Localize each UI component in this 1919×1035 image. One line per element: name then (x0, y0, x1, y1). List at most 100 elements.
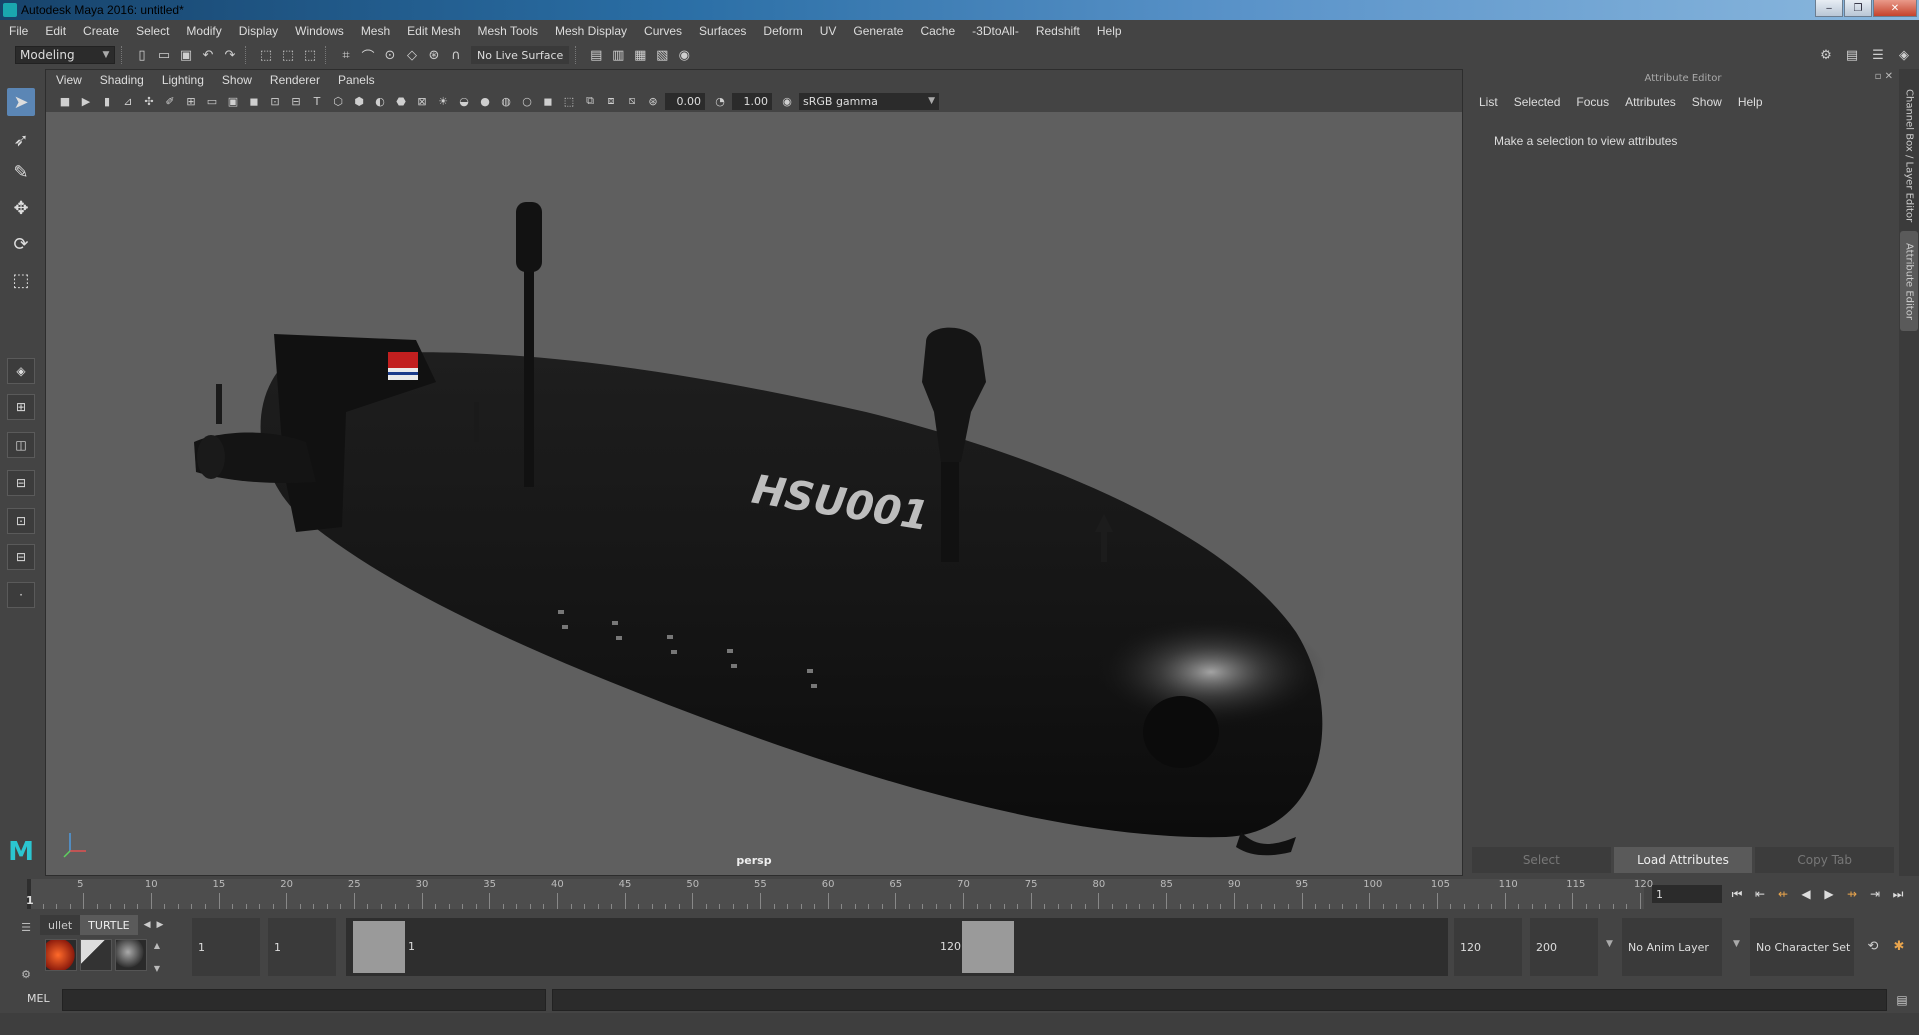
menu-set-select[interactable]: Modeling ▼ (15, 46, 115, 64)
step-back-frame-icon[interactable]: ⇷ (1774, 885, 1792, 903)
channel-box-toggle-icon[interactable]: ◈ (1895, 46, 1913, 64)
menu-mesh-tools[interactable]: Mesh Tools (478, 24, 538, 38)
persp-graph-layout-icon[interactable]: ⊟ (7, 470, 35, 496)
scale-tool-icon[interactable]: ⬚ (7, 266, 35, 294)
gamma-icon[interactable]: ◔ (711, 92, 729, 110)
current-time-field[interactable]: 1 (1652, 885, 1722, 903)
shadows-icon[interactable]: ◒ (455, 92, 473, 110)
tool-settings-icon[interactable]: ☰ (1869, 46, 1887, 64)
shelf-settings-icon[interactable]: ⚙ (21, 968, 31, 981)
panel-menu-show[interactable]: Show (222, 73, 252, 87)
ae-menu-list[interactable]: List (1479, 95, 1498, 109)
image-plane-icon[interactable]: ⊿ (119, 92, 137, 110)
color-management-icon[interactable]: ◉ (778, 92, 796, 110)
exposure-icon[interactable]: ⊛ (644, 92, 662, 110)
play-forwards-icon[interactable]: ▶ (1820, 885, 1838, 903)
multisample-aa-icon[interactable]: ○ (518, 92, 536, 110)
tab-attribute-editor[interactable]: Attribute Editor (1900, 231, 1918, 331)
shelf-scroll-down-icon[interactable]: ▼ (154, 964, 160, 973)
panel-menu-view[interactable]: View (56, 73, 82, 87)
snap-grid-icon[interactable]: ⌗ (337, 46, 355, 64)
shelf-menu-icon[interactable]: ☰ (21, 921, 31, 934)
range-start-handle[interactable] (353, 921, 405, 973)
panel-menu-renderer[interactable]: Renderer (270, 73, 320, 87)
step-forward-key-icon[interactable]: ⇥ (1866, 885, 1884, 903)
playback-start-field[interactable]: 1 (268, 918, 336, 976)
motion-blur-icon[interactable]: ◍ (497, 92, 515, 110)
film-gate-icon[interactable]: ▭ (203, 92, 221, 110)
camera-attributes-icon[interactable]: ▶ (77, 92, 95, 110)
smooth-shade-icon[interactable]: ⬢ (350, 92, 368, 110)
menu-generate[interactable]: Generate (853, 24, 903, 38)
two-d-pan-icon[interactable]: ✣ (140, 92, 158, 110)
exposure-field[interactable]: 0.00 (665, 92, 705, 110)
panel-menu-panels[interactable]: Panels (338, 73, 375, 87)
ae-menu-attributes[interactable]: Attributes (1625, 95, 1676, 109)
paint-select-tool-icon[interactable]: ✎ (7, 158, 35, 186)
auto-key-icon[interactable]: ⟲ (1864, 937, 1882, 955)
mel-input[interactable] (62, 989, 546, 1011)
menu-cache[interactable]: Cache (920, 24, 955, 38)
menu-mesh[interactable]: Mesh (361, 24, 390, 38)
render-view-icon[interactable]: ◉ (675, 46, 693, 64)
new-scene-icon[interactable]: ▯ (133, 46, 151, 64)
xray-components-icon[interactable]: ⧅ (623, 92, 641, 110)
safe-action-icon[interactable]: ⊟ (287, 92, 305, 110)
step-forward-frame-icon[interactable]: ⇸ (1843, 885, 1861, 903)
select-button[interactable]: Select (1472, 847, 1611, 873)
menu-select[interactable]: Select (136, 24, 169, 38)
animation-end-field[interactable]: 200 (1530, 918, 1598, 976)
panel-menu-shading[interactable]: Shading (100, 73, 144, 87)
turtle-render-icon[interactable] (45, 939, 77, 971)
camera-icon[interactable]: ■ (56, 92, 74, 110)
gamma-field[interactable]: 1.00 (732, 92, 772, 110)
bookmark-icon[interactable]: ▮ (98, 92, 116, 110)
snap-live-icon[interactable]: ⊛ (425, 46, 443, 64)
range-end-handle[interactable] (962, 921, 1014, 973)
single-perspective-layout-icon[interactable]: ◈ (7, 358, 35, 384)
menu-deform[interactable]: Deform (763, 24, 802, 38)
menu-curves[interactable]: Curves (644, 24, 682, 38)
wireframe-icon[interactable]: ⬡ (329, 92, 347, 110)
menu-help[interactable]: Help (1097, 24, 1122, 38)
playback-end-field[interactable]: 120 (1454, 918, 1522, 976)
shelf-tab-bullet[interactable]: ullet (40, 915, 81, 935)
range-slider-track[interactable]: 1 120 (346, 918, 1448, 976)
chevron-down-icon[interactable]: ▼ (1606, 939, 1613, 949)
isolate-select-icon[interactable]: ⬚ (560, 92, 578, 110)
lasso-tool-icon[interactable]: ➶ (7, 126, 35, 154)
character-set-select[interactable]: No Character Set (1750, 918, 1854, 976)
view-transform-select[interactable]: sRGB gamma ▼ (799, 92, 939, 110)
menu-edit[interactable]: Edit (45, 24, 66, 38)
xray-joints-icon[interactable]: ⧉ (581, 92, 599, 110)
ae-menu-selected[interactable]: Selected (1514, 95, 1561, 109)
outliner-persp-graph-layout-icon[interactable]: ⊟ (7, 544, 35, 570)
anim-layer-select[interactable]: No Anim Layer (1622, 918, 1722, 976)
go-to-end-icon[interactable]: ⏭ (1889, 885, 1907, 903)
menu-edit-mesh[interactable]: Edit Mesh (407, 24, 460, 38)
maximize-button[interactable]: ❐ (1844, 0, 1872, 17)
snap-curve-icon[interactable]: ⌒ (359, 46, 377, 65)
script-editor-icon[interactable]: ▤ (1893, 991, 1911, 1009)
grid-icon[interactable]: ⊞ (182, 92, 200, 110)
chevron-down-icon[interactable]: ▼ (1733, 939, 1740, 949)
save-scene-icon[interactable]: ▣ (177, 46, 195, 64)
rotate-tool-icon[interactable]: ⟳ (7, 230, 35, 258)
four-view-layout-icon[interactable]: ⊞ (7, 394, 35, 420)
go-to-start-icon[interactable]: ⏮ (1728, 885, 1746, 903)
wireframe-on-shaded-icon[interactable]: ⬣ (392, 92, 410, 110)
hypershade-icon[interactable]: ▧ (653, 46, 671, 64)
copy-tab-button[interactable]: Copy Tab (1755, 847, 1895, 873)
shelf-scroll-right-icon[interactable]: ▶ (157, 920, 164, 930)
menu-modify[interactable]: Modify (186, 24, 221, 38)
turtle-bake-icon[interactable] (80, 939, 112, 971)
select-object-icon[interactable]: ⬚ (279, 46, 297, 64)
animation-start-field[interactable]: 1 (192, 918, 260, 976)
xray-icon[interactable]: ⊠ (413, 92, 431, 110)
use-default-material-icon[interactable]: ◐ (371, 92, 389, 110)
ae-menu-show[interactable]: Show (1692, 95, 1722, 109)
resolution-gate-icon[interactable]: ▣ (224, 92, 242, 110)
time-slider-track[interactable]: 5 10 15 20 25 30 35 40 45 50 55 60 65 70 75 80 85 90 95 100… (27, 879, 1653, 909)
render-frame-icon[interactable]: ▤ (587, 46, 605, 64)
move-tool-icon[interactable]: ✥ (7, 194, 35, 222)
